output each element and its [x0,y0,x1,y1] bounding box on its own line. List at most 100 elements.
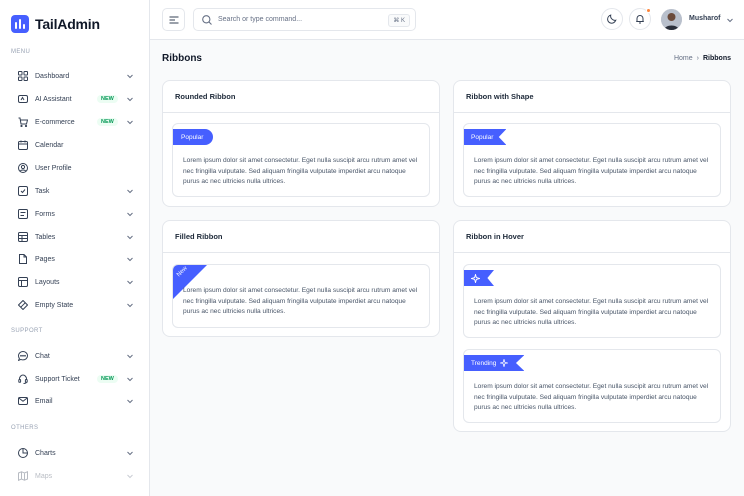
card-title: Ribbon in Hover [454,221,730,253]
ribbon-text: Lorem ipsum dolor sit amet consectetur. … [183,157,418,185]
task-icon [18,186,28,196]
sidebar-item-pages[interactable]: Pages [18,252,134,266]
ribbon-text: Lorem ipsum dolor sit amet consectetur. … [474,383,709,411]
sidebar-item-tables[interactable]: Tables [18,230,134,244]
search-placeholder: Search or type command... [218,16,303,23]
sidebar-item-label: Pages [35,255,55,263]
sidebar-item-ai-assistant[interactable]: AI Assistant NEW [18,92,134,106]
card-title: Rounded Ribbon [163,81,439,113]
top-header: Search or type command... ⌘ K Musharof [150,0,744,40]
chevron-down-icon [127,257,133,262]
sidebar-item-label: Empty State [35,301,74,309]
ribbon-text: Lorem ipsum dolor sit amet consectetur. … [474,157,709,185]
ribbon-trending-label: Trending [471,359,497,367]
sidebar-item-support-ticket[interactable]: Support Ticket NEW [18,372,134,386]
sparkle-icon [471,273,480,283]
sidebar-item-label: Support Ticket [35,375,80,383]
ribbon-box: Popular Lorem ipsum dolor sit amet conse… [463,123,721,197]
chevron-down-icon [127,120,133,125]
search-input[interactable]: Search or type command... ⌘ K [193,8,416,31]
moon-icon [607,14,617,24]
ribbon-text: Lorem ipsum dolor sit amet consectetur. … [474,298,709,326]
sidebar-item-calendar[interactable]: Calendar [18,138,134,152]
theme-toggle-button[interactable] [601,8,623,30]
grid-icon [18,71,28,81]
card-title: Filled Ribbon [163,221,439,253]
sidebar-item-forms[interactable]: Forms [18,207,134,221]
chevron-down-icon [127,235,133,240]
page-title: Ribbons [162,53,202,64]
sidebar-item-label: Layouts [35,278,60,286]
chevron-down-icon [127,354,133,359]
ribbon-popular: Popular [464,129,507,145]
new-badge: NEW [97,375,118,383]
sidebar-item-user-profile[interactable]: User Profile [18,161,134,175]
mail-icon [18,396,28,406]
chevron-down-icon [127,399,133,404]
ribbon-trending: Trending [464,355,525,371]
logo[interactable]: TailAdmin [11,15,100,33]
card-title: Ribbon with Shape [454,81,730,113]
ribbon-box[interactable]: Trending Lorem ipsum dolor sit amet cons… [463,349,721,423]
pie-chart-icon [18,448,28,458]
chevron-down-icon [127,212,133,217]
ribbon-text: Lorem ipsum dolor sit amet consectetur. … [183,287,418,315]
sidebar-item-chat[interactable]: Chat [18,349,134,363]
sidebar-item-maps[interactable]: Maps [18,469,134,483]
calendar-icon [18,140,28,150]
ribbon-box[interactable]: Lorem ipsum dolor sit amet consectetur. … [463,264,721,338]
chevron-down-icon [127,189,133,194]
sidebar-toggle-button[interactable] [162,8,185,31]
notifications-button[interactable] [629,8,651,30]
section-label-menu: MENU [11,49,31,55]
sidebar: TailAdmin MENU Dashboard AI Assistant NE… [0,0,150,496]
chevron-down-icon [127,97,133,102]
sidebar-item-label: Maps [35,472,53,480]
breadcrumb: Home › Ribbons [674,55,731,62]
user-avatar-icon [661,9,682,30]
sidebar-item-label: User Profile [35,164,72,172]
menu-icon [169,16,178,23]
notification-dot [646,8,651,13]
sidebar-item-label: Calendar [35,141,64,149]
sidebar-item-label: Dashboard [35,72,70,80]
forms-icon [18,209,28,219]
sidebar-item-label: E-commerce [35,118,75,126]
sidebar-item-label: AI Assistant [35,95,72,103]
card-ribbon-with-shape: Ribbon with Shape Popular Lorem ipsum do… [453,80,731,207]
chevron-down-icon [127,474,133,479]
sidebar-item-email[interactable]: Email [18,394,134,408]
sidebar-item-ecommerce[interactable]: E-commerce NEW [18,115,134,129]
ribbon-box: Popular Lorem ipsum dolor sit amet conse… [172,123,430,197]
layout-icon [18,277,28,287]
user-name[interactable]: Musharof [689,15,721,22]
sidebar-item-label: Tables [35,233,56,241]
card-rounded-ribbon: Rounded Ribbon Popular Lorem ipsum dolor… [162,80,440,207]
chevron-down-icon[interactable] [726,16,734,24]
breadcrumb-separator: › [696,55,699,62]
user-circle-icon [18,163,28,173]
avatar[interactable] [661,9,682,30]
new-badge: NEW [97,118,118,126]
sidebar-item-task[interactable]: Task [18,184,134,198]
sidebar-item-dashboard[interactable]: Dashboard [18,69,134,83]
sidebar-item-charts[interactable]: Charts [18,446,134,460]
ribbon-box: New Lorem ipsum dolor sit amet consectet… [172,264,430,328]
chevron-down-icon [127,280,133,285]
breadcrumb-home[interactable]: Home [674,55,693,62]
sidebar-item-empty-state[interactable]: Empty State [18,298,134,312]
sidebar-item-layouts[interactable]: Layouts [18,275,134,289]
sidebar-item-label: Charts [35,449,56,457]
sidebar-item-label: Task [35,187,50,195]
section-label-others: OTHERS [11,425,39,431]
card-ribbon-in-hover: Ribbon in Hover Lorem ipsum dolor sit am… [453,220,731,432]
app-name: TailAdmin [35,16,100,32]
ribbon-icon [464,270,494,286]
breadcrumb-current: Ribbons [703,55,731,62]
section-label-support: SUPPORT [11,328,43,334]
map-icon [18,471,28,481]
pages-icon [18,254,28,264]
sidebar-item-label: Forms [35,210,55,218]
cart-icon [18,117,28,127]
logo-icon [11,15,29,33]
